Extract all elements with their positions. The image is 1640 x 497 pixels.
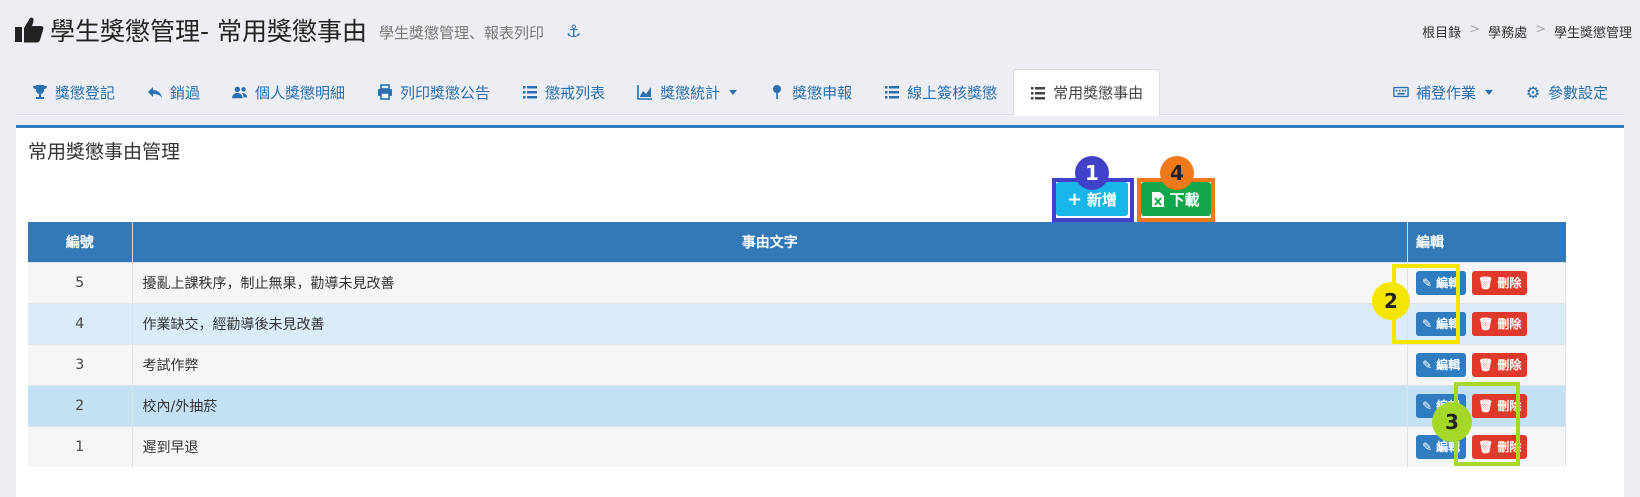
annotation-badge-1: 1 [1075, 156, 1109, 190]
cell-actions: ✎編輯🗑刪除 [1407, 343, 1566, 385]
trash-icon: 🗑 [1478, 316, 1494, 331]
annotation-badge-2: 2 [1372, 282, 1410, 320]
breadcrumb-root[interactable]: 根目錄 [1422, 22, 1461, 41]
tab-bar: 獎懲登記 銷過 個人獎懲明細 列印獎懲公告 懲戒列表 獎懲統計 獎懲申報 線上簽… [16, 69, 1624, 116]
breadcrumb-separator: > [1469, 22, 1481, 37]
table-row: 2 校內/外抽菸 ✎編輯🗑刪除 [28, 384, 1566, 426]
trash-icon: 🗑 [1478, 357, 1494, 372]
delete-button[interactable]: 🗑 刪除 [1472, 270, 1528, 295]
breadcrumb-current: 學生獎懲管理 [1553, 26, 1632, 41]
chevron-down-icon [729, 89, 738, 95]
cell-text: 校內/外抽菸 [132, 384, 1408, 426]
tab-label: 懲戒列表 [545, 83, 606, 102]
trophy-icon [33, 85, 47, 99]
tab-label: 獎懲登記 [55, 83, 116, 102]
users-icon [232, 86, 248, 99]
cell-text: 作業缺交，經勸導後未見改善 [132, 302, 1408, 344]
reply-icon [148, 87, 163, 98]
tab-reward-register[interactable]: 獎懲登記 [16, 69, 131, 115]
tab-declare[interactable]: 獎懲申報 [753, 69, 868, 115]
page-title: 學生獎懲管理- 常用獎懲事由 [50, 17, 367, 46]
cell-text: 遲到早退 [132, 425, 1408, 467]
cell-id: 1 [28, 425, 133, 467]
tab-label: 線上簽核獎懲 [907, 83, 998, 102]
list-icon [885, 86, 900, 99]
download-button-label: 下載 [1169, 190, 1200, 209]
tab-statistics[interactable]: 獎懲統計 [621, 69, 753, 115]
column-header-text: 事由文字 [132, 222, 1408, 262]
tab-label: 獎懲統計 [660, 83, 721, 102]
page-subtitle: 學生獎懲管理、報表列印 [378, 23, 544, 42]
tab-label: 參數設定 [1547, 83, 1608, 102]
edit-icon: ✎ [1422, 357, 1433, 372]
anchor-icon[interactable]: ⚓ [566, 22, 581, 42]
tab-label: 補登作業 [1415, 83, 1476, 102]
tab-print-notice[interactable]: 列印獎懲公告 [361, 69, 506, 115]
column-header-edit: 編輯 [1407, 222, 1566, 262]
edit-icon: ✎ [1422, 398, 1433, 413]
add-button-label: 新增 [1087, 190, 1118, 209]
table-row: 4 作業缺交，經勸導後未見改善 ✎ 編輯 🗑 刪除 [28, 302, 1566, 344]
tab-supplement[interactable]: 補登作業 [1377, 69, 1509, 115]
tab-label: 列印獎懲公告 [400, 83, 491, 102]
chevron-down-icon [1484, 89, 1493, 95]
delete-button[interactable]: 🗑 刪除 [1472, 352, 1528, 377]
list-icon [1031, 86, 1046, 99]
list-icon [523, 86, 538, 99]
table-header-row: 編號 事由文字 編輯 [28, 222, 1566, 262]
edit-button[interactable]: ✎編輯 [1416, 352, 1467, 377]
thumbs-up-icon [15, 17, 44, 43]
delete-label: 刪除 [1497, 276, 1522, 290]
gear-icon: ⚙ [1525, 82, 1541, 102]
cell-text: 考試作弊 [132, 343, 1408, 385]
tab-label: 常用獎懲事由 [1053, 84, 1144, 102]
breadcrumb-office[interactable]: 學務處 [1488, 22, 1527, 41]
panel-title: 常用獎懲事由管理 [28, 141, 181, 163]
cell-id: 4 [28, 302, 133, 344]
annotation-badge-3: 3 [1432, 402, 1472, 442]
annotation-badge-4: 4 [1160, 156, 1194, 190]
tab-common-reasons[interactable]: 常用獎懲事由 [1013, 69, 1161, 116]
tab-personal-detail[interactable]: 個人獎懲明細 [216, 69, 361, 115]
reasons-table: 編號 事由文字 編輯 5 擾亂上課秩序，制止無果，勸導未見改善 ✎ 編輯 🗑 刪除 4… [28, 222, 1566, 467]
page-header: 學生獎懲管理- 常用獎懲事由 學生獎懲管理、報表列印 ⚓ [14, 10, 581, 50]
table-row: 5 擾亂上課秩序，制止無果，勸導未見改善 ✎ 編輯 🗑 刪除 [28, 261, 1566, 303]
tab-cancel-demerit[interactable]: 銷過 [131, 69, 216, 115]
tab-settings[interactable]: ⚙ 參數設定 [1509, 69, 1624, 115]
delete-label: 刪除 [1497, 317, 1522, 331]
edit-icon: ✎ [1422, 439, 1433, 454]
table-row: 1 遲到早退 ✎ 編輯 🗑 刪除 [28, 425, 1566, 467]
cell-id: 3 [28, 343, 133, 385]
table-row: 3 考試作弊 ✎ 編輯 🗑 刪除 [28, 343, 1566, 385]
edit-label: 編輯 [1436, 358, 1461, 372]
keyboard-icon [1393, 86, 1409, 98]
column-header-id: 編號 [28, 222, 133, 262]
cell-text: 擾亂上課秩序，制止無果，勸導未見改善 [132, 261, 1408, 303]
excel-file-icon [1152, 191, 1165, 207]
cell-id: 5 [28, 261, 133, 303]
delete-label: 刪除 [1497, 358, 1522, 372]
tab-discipline-list[interactable]: 懲戒列表 [506, 69, 621, 115]
tab-label: 銷過 [170, 83, 201, 102]
tab-label: 獎懲申報 [792, 83, 853, 102]
trash-icon: 🗑 [1478, 275, 1494, 290]
breadcrumb-separator: > [1535, 22, 1546, 37]
tab-online-approval[interactable]: 線上簽核獎懲 [868, 69, 1013, 115]
breadcrumb: 根目錄 > 學務處 > 學生獎懲管理 [1422, 22, 1632, 41]
cell-id: 2 [28, 384, 133, 426]
plus-icon: + [1066, 188, 1083, 210]
tab-spacer [1160, 69, 1377, 114]
print-icon [378, 84, 393, 100]
tab-label: 個人獎懲明細 [255, 83, 346, 102]
chart-icon [637, 85, 653, 100]
delete-button[interactable]: 🗑 刪除 [1472, 311, 1528, 336]
map-pin-icon [773, 85, 782, 99]
